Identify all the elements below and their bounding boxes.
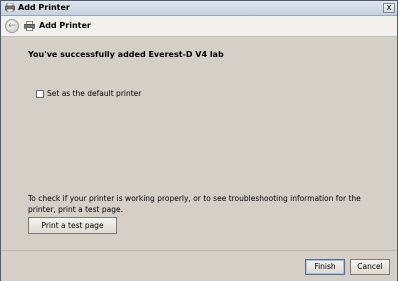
close-button[interactable]: x bbox=[383, 3, 395, 13]
wizard-content: You've successfully added Everest-D V4 l… bbox=[1, 37, 397, 250]
default-printer-label: Set as the default printer bbox=[47, 89, 142, 98]
printer-icon bbox=[24, 21, 35, 31]
success-message: You've successfully added Everest-D V4 l… bbox=[28, 50, 224, 59]
cancel-button[interactable]: Cancel bbox=[350, 259, 390, 275]
window-title: Add Printer bbox=[18, 3, 70, 12]
title-bar[interactable]: Add Printer x bbox=[1, 1, 397, 16]
back-arrow-icon: ← bbox=[8, 21, 16, 31]
print-test-page-button[interactable]: Print a test page bbox=[28, 217, 117, 234]
printer-icon bbox=[5, 2, 15, 13]
wizard-header: ← Add Printer bbox=[1, 16, 397, 37]
wizard-title: Add Printer bbox=[39, 21, 91, 30]
wizard-footer: Finish Cancel bbox=[1, 250, 397, 281]
close-icon: x bbox=[386, 3, 392, 13]
default-printer-option[interactable]: Set as the default printer bbox=[36, 88, 141, 99]
back-button[interactable]: ← bbox=[5, 19, 19, 33]
add-printer-window: Add Printer x ← Add Printer You've succe… bbox=[0, 0, 398, 281]
finish-button[interactable]: Finish bbox=[305, 259, 345, 275]
test-page-help-text: To check if your printer is working prop… bbox=[28, 194, 361, 214]
default-printer-checkbox[interactable] bbox=[36, 89, 44, 98]
